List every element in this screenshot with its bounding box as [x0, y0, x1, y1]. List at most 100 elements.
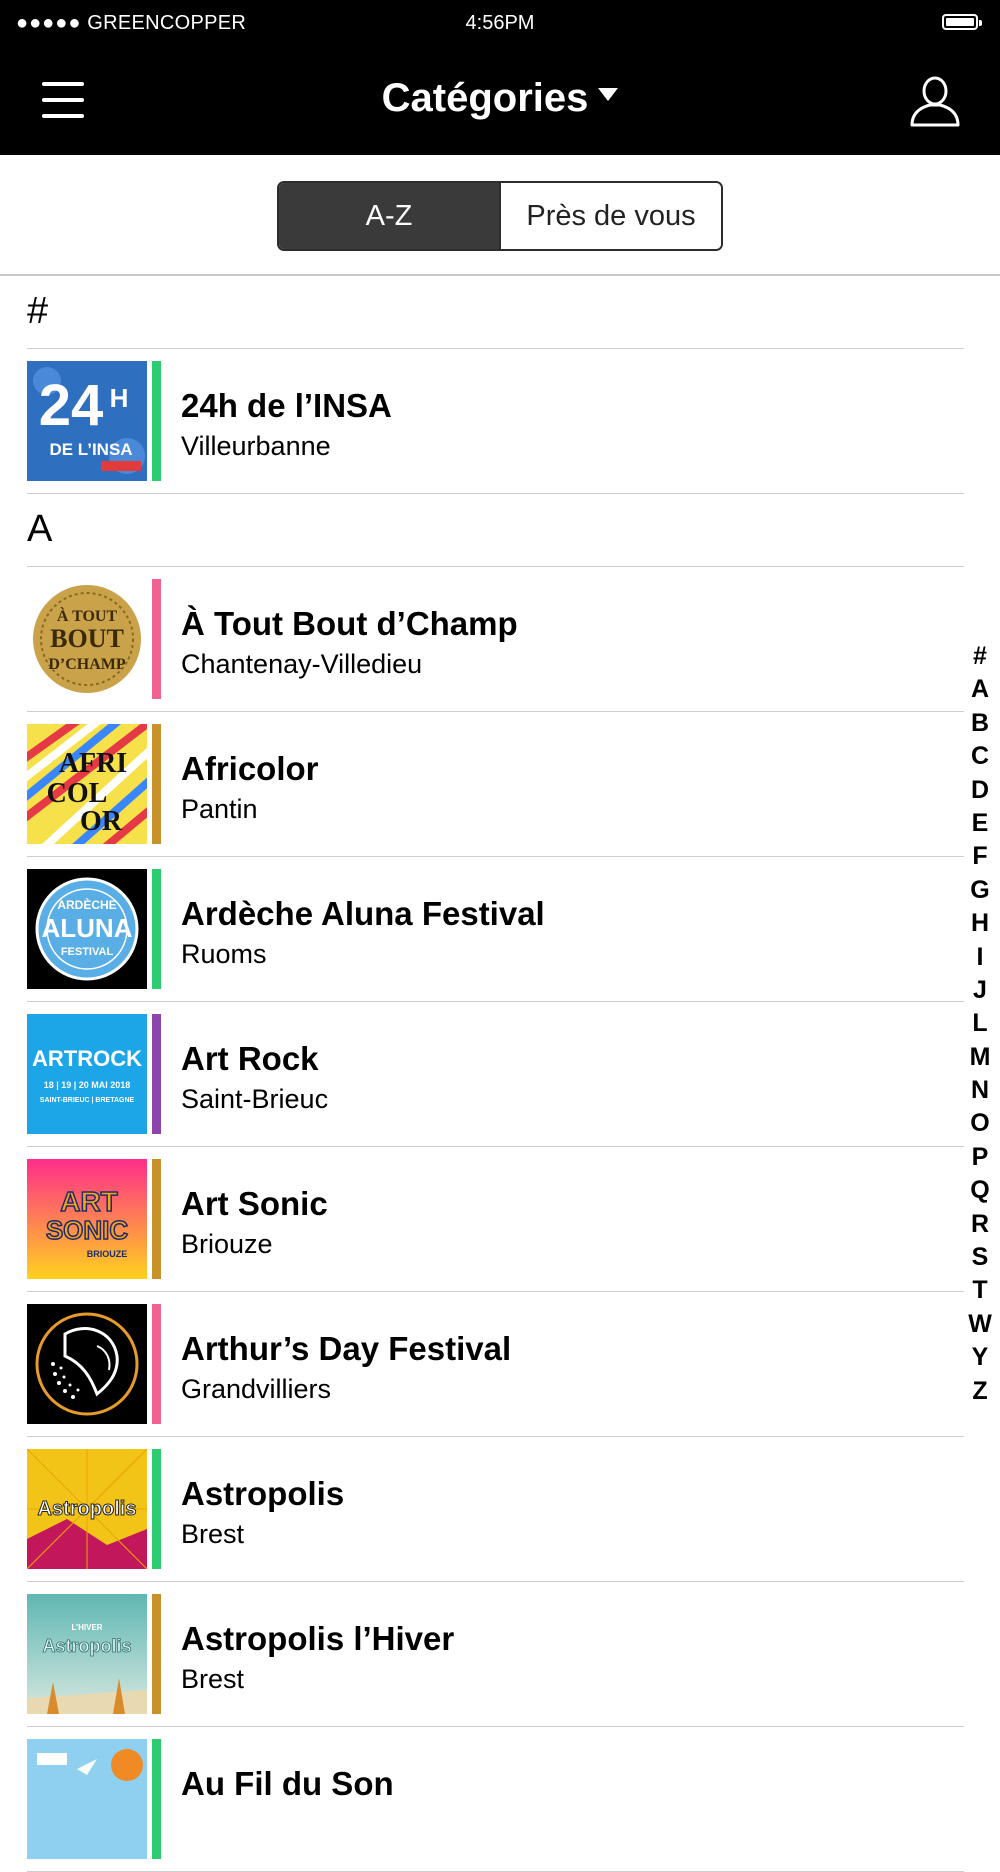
festival-name: Ardèche Aluna Festival	[181, 895, 545, 932]
au-fil-du-son-logo	[27, 1739, 147, 1859]
svg-text:SAINT-BRIEUC | BRETAGNE: SAINT-BRIEUC | BRETAGNE	[40, 1097, 135, 1104]
index-letter[interactable]: T	[960, 1274, 1000, 1307]
list-item[interactable]: À TOUT BOUT D’CHAMP À Tout Bout d’Champ …	[0, 567, 1000, 712]
index-letter[interactable]: N	[960, 1074, 1000, 1107]
category-color-bar	[152, 1739, 161, 1859]
index-letter[interactable]: I	[960, 941, 1000, 974]
festival-city: Brest	[181, 1519, 245, 1549]
svg-text:SONIC: SONIC	[46, 1215, 129, 1245]
category-color-bar	[152, 579, 161, 699]
list-item[interactable]: ARDÈCHE ALUNA FESTIVAL Ardèche Aluna Fes…	[0, 857, 1000, 1002]
svg-text:18 | 19 | 20 MAI 2018: 18 | 19 | 20 MAI 2018	[44, 1080, 131, 1090]
festival-city: Chantenay-Villedieu	[181, 649, 423, 679]
festival-name: Astropolis	[181, 1475, 345, 1512]
list-item[interactable]: L’HIVER Astropolis Astropolis l’Hiver Br…	[0, 1582, 1000, 1727]
svg-text:24: 24	[39, 373, 104, 438]
tab-a-z[interactable]: A-Z	[279, 183, 499, 249]
svg-text:D’CHAMP: D’CHAMP	[48, 656, 126, 673]
svg-text:COL: COL	[47, 778, 108, 809]
arthurs-day-logo	[27, 1304, 147, 1424]
svg-text:À TOUT: À TOUT	[57, 606, 118, 625]
list-item[interactable]: Astropolis Astropolis Brest	[0, 1437, 1000, 1582]
festival-city: Grandvilliers	[181, 1374, 332, 1404]
battery-icon	[942, 14, 982, 30]
status-bar: ●●●●● GREENCOPPER 4:56PM	[0, 0, 1000, 48]
clock: 4:56PM	[465, 12, 535, 34]
svg-text:L’HIVER: L’HIVER	[71, 1623, 102, 1632]
index-letter[interactable]: #	[960, 640, 1000, 673]
svg-text:DE L’INSA: DE L’INSA	[49, 440, 132, 459]
section-header-label: #	[27, 290, 49, 332]
festival-name: Art Sonic	[181, 1185, 328, 1222]
nav-bar: Catégories	[0, 48, 1000, 155]
festival-name: Astropolis l’Hiver	[181, 1620, 455, 1657]
list-item[interactable]: ART SONIC BRIOUZE Art Sonic Briouze	[0, 1147, 1000, 1292]
astropolis-logo: Astropolis	[27, 1449, 147, 1569]
svg-text:FESTIVAL: FESTIVAL	[61, 946, 114, 958]
svg-text:ALUNA: ALUNA	[42, 913, 133, 943]
index-letter[interactable]: S	[960, 1241, 1000, 1274]
index-letter[interactable]: F	[960, 840, 1000, 873]
svg-text:OR: OR	[80, 806, 123, 837]
alphabet-index[interactable]: # A B C D E F G H I J L M N O P Q R S T W Y Z	[960, 640, 1000, 1408]
index-letter[interactable]: P	[960, 1141, 1000, 1174]
24h-insa-logo: 24 H DE L’INSA	[27, 361, 147, 481]
list-item[interactable]: 24 H DE L’INSA 24h de l’INSA Villeurbann…	[0, 349, 1000, 494]
category-color-bar	[152, 869, 161, 989]
category-color-bar	[152, 1304, 161, 1424]
list-item[interactable]: Au Fil du Son	[0, 1727, 1000, 1872]
svg-text:H: H	[110, 383, 129, 413]
page-title: Catégories	[381, 76, 589, 120]
index-letter[interactable]: Z	[960, 1375, 1000, 1408]
sort-tabs-bar: A-Z Près de vous	[0, 155, 1000, 276]
art-sonic-logo: ART SONIC BRIOUZE	[27, 1159, 147, 1279]
svg-text:AFRI: AFRI	[59, 748, 127, 779]
tab-near-you[interactable]: Près de vous	[499, 183, 721, 249]
index-letter[interactable]: Q	[960, 1174, 1000, 1207]
svg-text:ARTROCK: ARTROCK	[32, 1046, 142, 1071]
africolor-logo: AFRI COL OR	[27, 724, 147, 844]
category-color-bar	[152, 1594, 161, 1714]
index-letter[interactable]: O	[960, 1107, 1000, 1140]
festival-name: Au Fil du Son	[181, 1765, 394, 1802]
section-header-label: A	[27, 508, 53, 550]
svg-text:BRIOUZE: BRIOUZE	[87, 1249, 128, 1259]
astropolis-hiver-logo: L’HIVER Astropolis	[27, 1594, 147, 1714]
index-letter[interactable]: Y	[960, 1341, 1000, 1374]
category-color-bar	[152, 361, 161, 481]
profile-icon[interactable]	[908, 74, 962, 128]
festival-city: Pantin	[181, 794, 258, 824]
festival-name: Arthur’s Day Festival	[181, 1330, 512, 1367]
aluna-logo: ARDÈCHE ALUNA FESTIVAL	[27, 869, 147, 989]
index-letter[interactable]: G	[960, 874, 1000, 907]
section-header: #	[0, 276, 1000, 349]
category-color-bar	[152, 1159, 161, 1279]
segmented-control: A-Z Près de vous	[277, 181, 723, 251]
category-selector[interactable]: Catégories	[0, 76, 1000, 121]
festival-list: # 24 H DE L’INSA 24h de l’INSA Villeurba…	[0, 276, 1000, 1872]
festival-city: Ruoms	[181, 939, 267, 969]
index-letter[interactable]: A	[960, 673, 1000, 706]
svg-text:ART: ART	[60, 1186, 118, 1217]
index-letter[interactable]: M	[960, 1041, 1000, 1074]
chevron-down-icon	[598, 87, 619, 101]
index-letter[interactable]: W	[960, 1308, 1000, 1341]
index-letter[interactable]: D	[960, 774, 1000, 807]
festival-name: 24h de l’INSA	[181, 387, 392, 424]
index-letter[interactable]: R	[960, 1208, 1000, 1241]
index-letter[interactable]: L	[960, 1007, 1000, 1040]
festival-city: Saint-Brieuc	[181, 1084, 329, 1114]
list-item[interactable]: AFRI COL OR Africolor Pantin	[0, 712, 1000, 857]
index-letter[interactable]: E	[960, 807, 1000, 840]
list-item[interactable]: Arthur’s Day Festival Grandvilliers	[0, 1292, 1000, 1437]
index-letter[interactable]: C	[960, 740, 1000, 773]
index-letter[interactable]: B	[960, 707, 1000, 740]
index-letter[interactable]: H	[960, 907, 1000, 940]
festival-city: Brest	[181, 1664, 245, 1694]
index-letter[interactable]: J	[960, 974, 1000, 1007]
festival-city: Villeurbanne	[181, 431, 331, 461]
festival-name: Art Rock	[181, 1040, 319, 1077]
category-color-bar	[152, 1014, 161, 1134]
festival-name: À Tout Bout d’Champ	[181, 605, 518, 642]
list-item[interactable]: ARTROCK 18 | 19 | 20 MAI 2018 SAINT-BRIE…	[0, 1002, 1000, 1147]
